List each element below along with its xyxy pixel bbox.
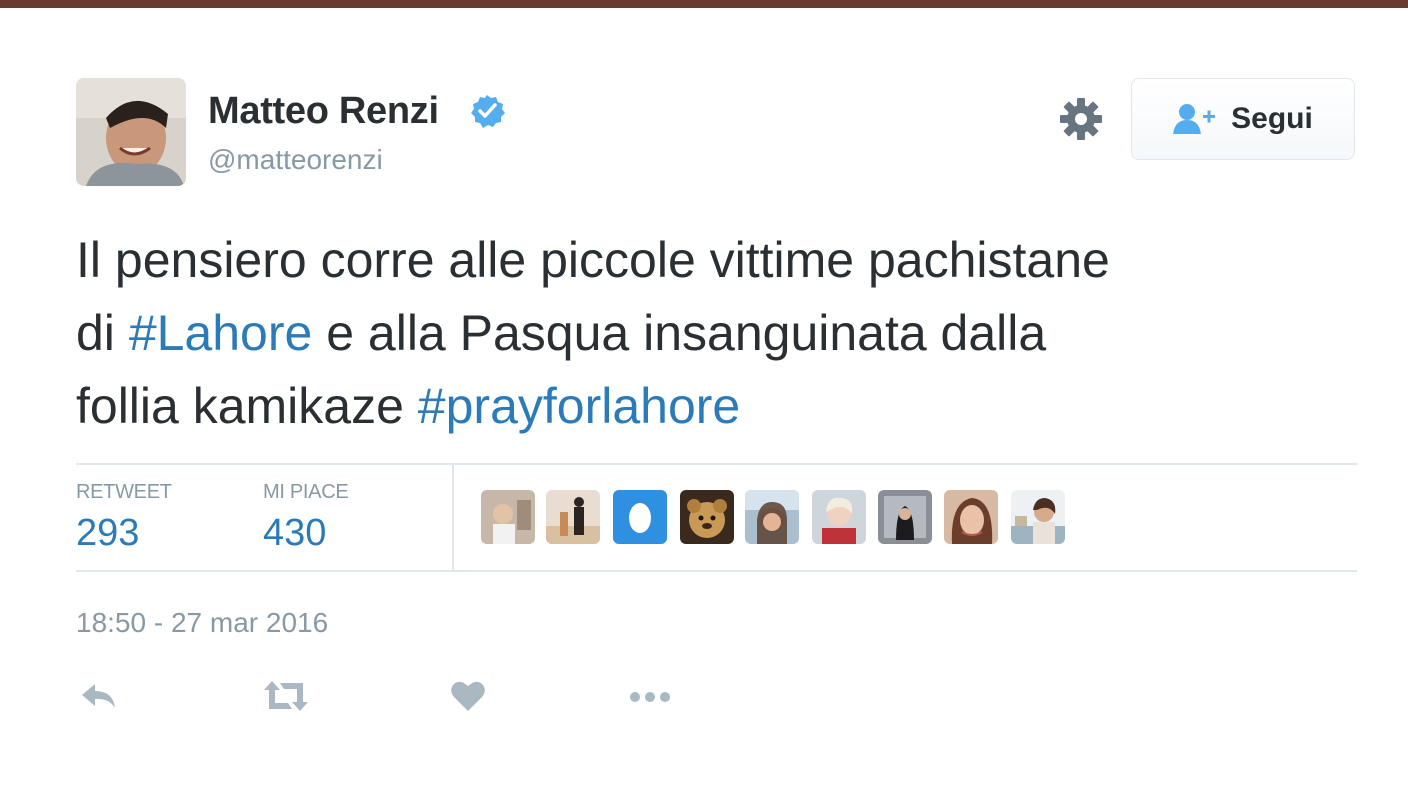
retweet-count: 293 bbox=[76, 512, 140, 554]
divider-top bbox=[76, 463, 1357, 465]
display-name[interactable]: Matteo Renzi bbox=[208, 90, 439, 133]
liker-avatar[interactable] bbox=[745, 490, 799, 544]
tweet-text-line: Il pensiero corre alle piccole vittime p… bbox=[76, 224, 1366, 297]
gear-icon[interactable] bbox=[1058, 96, 1104, 142]
reply-icon[interactable] bbox=[79, 676, 119, 716]
tweet-text-segment: Il pensiero corre alle piccole vittime p… bbox=[76, 232, 1110, 288]
tweet-text: Il pensiero corre alle piccole vittime p… bbox=[76, 224, 1366, 443]
retweet-stat[interactable]: RETWEET 293 bbox=[76, 481, 172, 555]
follow-button-label: Segui bbox=[1231, 102, 1313, 135]
stats-separator bbox=[452, 465, 454, 571]
verified-badge-icon bbox=[471, 95, 505, 128]
liker-avatar[interactable] bbox=[1011, 490, 1065, 544]
retweet-label: RETWEET bbox=[76, 481, 172, 503]
tweet-text-segment: follia kamikaze bbox=[76, 378, 418, 434]
retweet-icon[interactable] bbox=[262, 676, 310, 716]
avatar-photo bbox=[76, 78, 186, 186]
follow-button[interactable]: Segui bbox=[1131, 78, 1355, 160]
liker-avatar[interactable] bbox=[680, 490, 734, 544]
user-handle[interactable]: @matteorenzi bbox=[208, 144, 383, 176]
like-stat[interactable]: MI PIACE 430 bbox=[263, 481, 349, 555]
tweet-text-segment: e alla Pasqua insanguinata dalla bbox=[312, 305, 1047, 361]
like-label: MI PIACE bbox=[263, 481, 349, 503]
hashtag-link[interactable]: #Lahore bbox=[129, 305, 313, 361]
top-border-strip bbox=[0, 0, 1408, 8]
liker-avatar[interactable] bbox=[613, 490, 667, 544]
tweet-timestamp[interactable]: 18:50 - 27 mar 2016 bbox=[76, 607, 328, 639]
tweet-text-line: follia kamikaze #prayforlahore bbox=[76, 370, 1366, 443]
divider-bottom bbox=[76, 570, 1357, 572]
follow-user-icon bbox=[1173, 104, 1216, 134]
avatar[interactable] bbox=[76, 78, 186, 186]
liker-avatar[interactable] bbox=[481, 490, 535, 544]
like-icon[interactable] bbox=[449, 676, 487, 716]
like-count: 430 bbox=[263, 512, 327, 554]
liker-avatar[interactable] bbox=[812, 490, 866, 544]
tweet-text-line: di #Lahore e alla Pasqua insanguinata da… bbox=[76, 297, 1366, 370]
liker-avatar[interactable] bbox=[546, 490, 600, 544]
liker-avatar[interactable] bbox=[944, 490, 998, 544]
hashtag-link[interactable]: #prayforlahore bbox=[418, 378, 740, 434]
liker-avatar[interactable] bbox=[878, 490, 932, 544]
more-icon[interactable] bbox=[627, 676, 675, 716]
tweet-text-segment: di bbox=[76, 305, 129, 361]
